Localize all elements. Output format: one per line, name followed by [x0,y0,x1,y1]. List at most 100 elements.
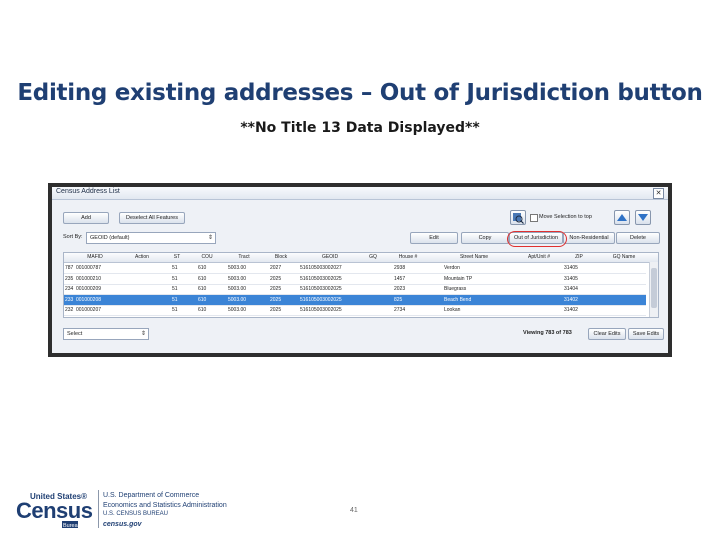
updown-icon: ⇕ [140,331,146,337]
zoom-to-selection-button[interactable] [510,210,526,225]
census-bureau-logo: United States® Census Bureau [16,490,96,530]
col-header-action[interactable]: Action [124,254,160,260]
slide-subtitle: **No Title 13 Data Displayed** [240,120,480,136]
zoom-map-icon [513,213,524,224]
cell-st: 51 [172,286,178,292]
updown-icon: ⇕ [207,235,213,241]
sort-by-value: GEOID (default) [90,235,130,241]
cell-mafid: 001000208 [76,296,102,303]
cell-cou: 610 [198,286,207,292]
cell-block: 2027 [270,265,282,271]
cell-street: Verdon [444,265,460,271]
page-number: 41 [350,507,358,514]
logo-word: Census [16,498,93,523]
cell-block: 2025 [270,307,282,313]
copy-button[interactable]: Copy [461,232,509,244]
col-header-zip[interactable]: ZIP [564,254,594,260]
sort-by-select[interactable]: GEOID (default) ⇕ [86,232,216,244]
cell-st: 51 [172,307,178,313]
add-button[interactable]: Add [63,212,109,224]
table-row[interactable]: 234 001000209 51 610 5003.00 2025 516105003002… [64,284,646,295]
address-table: MAFID Action ST COU Tract Block GEOID GQ… [63,252,659,318]
move-up-button[interactable] [614,210,630,225]
sort-by-label: Sort By: [63,234,83,240]
dept-text: U.S. Department of Commerce Economics an… [103,491,227,529]
cell-geoid: 516105003002027 [300,265,342,271]
col-header-st[interactable]: ST [164,254,190,260]
footer-divider [98,490,99,528]
cell-block: 2025 [270,275,282,282]
clear-edits-button[interactable]: Clear Edits [588,328,626,340]
cell-st: 51 [172,265,178,271]
arrow-down-icon [638,214,648,221]
close-icon[interactable]: ✕ [653,188,664,199]
cell-house: 2023 [394,286,406,292]
col-header-block[interactable]: Block [264,254,298,260]
cell-street: Bluegrass [444,286,467,292]
window-titlebar: Census Address List ✕ [52,187,668,200]
move-selection-checkbox[interactable] [530,214,538,222]
bottom-select[interactable]: Select ⇕ [63,328,149,340]
table-row[interactable]: 232 001000207 51 610 5003.00 2025 516105003002… [64,305,646,316]
non-residential-button[interactable]: Non-Residential [563,232,615,244]
col-header-house[interactable]: House # [386,254,430,260]
col-header-gq-name[interactable]: GQ Name [604,254,644,260]
dept-line4: census.gov [103,520,142,528]
cell-tract: 5003.00 [228,286,247,292]
cell-st: 51 [172,296,178,303]
highlight-ring [507,231,567,247]
slide-title: Editing existing addresses – Out of Juri… [17,80,703,106]
cell-house: 1457 [394,275,406,282]
screenshot-frame: Census Address List ✕ Add Deselect All F… [48,183,672,357]
cell-tract: 5003.00 [228,296,247,303]
cell-cou: 610 [198,265,207,271]
cell-geoid: 516105003002025 [300,296,342,303]
save-edits-button[interactable]: Save Edits [628,328,664,340]
cell-cou: 610 [198,307,207,313]
cell-tract: 5003.00 [228,275,247,282]
cell-num: 233 [65,296,74,303]
delete-button[interactable]: Delete [616,232,660,244]
cell-num: 234 [65,286,74,292]
table-row[interactable]: 235 001000210 51 610 5003.00 2025 516105003002… [64,274,646,285]
col-header-gq[interactable]: GQ [362,254,384,260]
edit-button[interactable]: Edit [410,232,458,244]
table-header: MAFID Action ST COU Tract Block GEOID GQ… [64,253,658,263]
cell-geoid: 516105003002025 [300,275,342,282]
cell-house: 2938 [394,265,406,271]
dept-line1: U.S. Department of Commerce [103,492,200,499]
move-down-button[interactable] [635,210,651,225]
table-row[interactable]: 787 001000787 51 610 5003.00 2027 516105003002… [64,263,646,274]
cell-zip: 31405 [564,265,578,271]
col-header-street-name[interactable]: Street Name [434,254,514,260]
cell-num: 787 [65,265,74,271]
col-header-cou[interactable]: COU [192,254,222,260]
cell-zip: 31405 [564,275,578,282]
bottom-select-value: Select [67,331,83,337]
dept-line3: U.S. CENSUS BUREAU [103,511,169,517]
cell-mafid: 001000209 [76,286,102,292]
cell-street: Beach Bend [444,296,472,303]
cell-st: 51 [172,275,178,282]
table-row[interactable]: 233 001000208 51 610 5003.00 2025 516105003002… [64,294,646,306]
dept-line2: Economics and Statistics Administration [103,501,227,509]
deselect-all-features-button[interactable]: Deselect All Features [119,212,185,224]
scrollbar-thumb[interactable] [651,268,657,308]
col-header-tract[interactable]: Tract [224,254,264,260]
col-header-mafid[interactable]: MAFID [76,254,114,260]
col-header-geoid[interactable]: GEOID [300,254,360,260]
cell-block: 2025 [270,296,282,303]
cell-block: 2025 [270,286,282,292]
vertical-scrollbar[interactable] [649,262,658,317]
cell-cou: 610 [198,275,207,282]
cell-street: Lookan [444,307,461,313]
cell-geoid: 516105003002025 [300,307,342,313]
cell-geoid: 516105003002025 [300,286,342,292]
cell-cou: 610 [198,296,207,303]
window-title: Census Address List [56,188,120,195]
col-header-apt-unit[interactable]: Apt/Unit # [516,254,562,260]
cell-zip: 31402 [564,307,578,313]
cell-mafid: 001000787 [76,265,102,271]
cell-mafid: 001000207 [76,307,102,313]
cell-street: Mountain TP [444,275,473,282]
